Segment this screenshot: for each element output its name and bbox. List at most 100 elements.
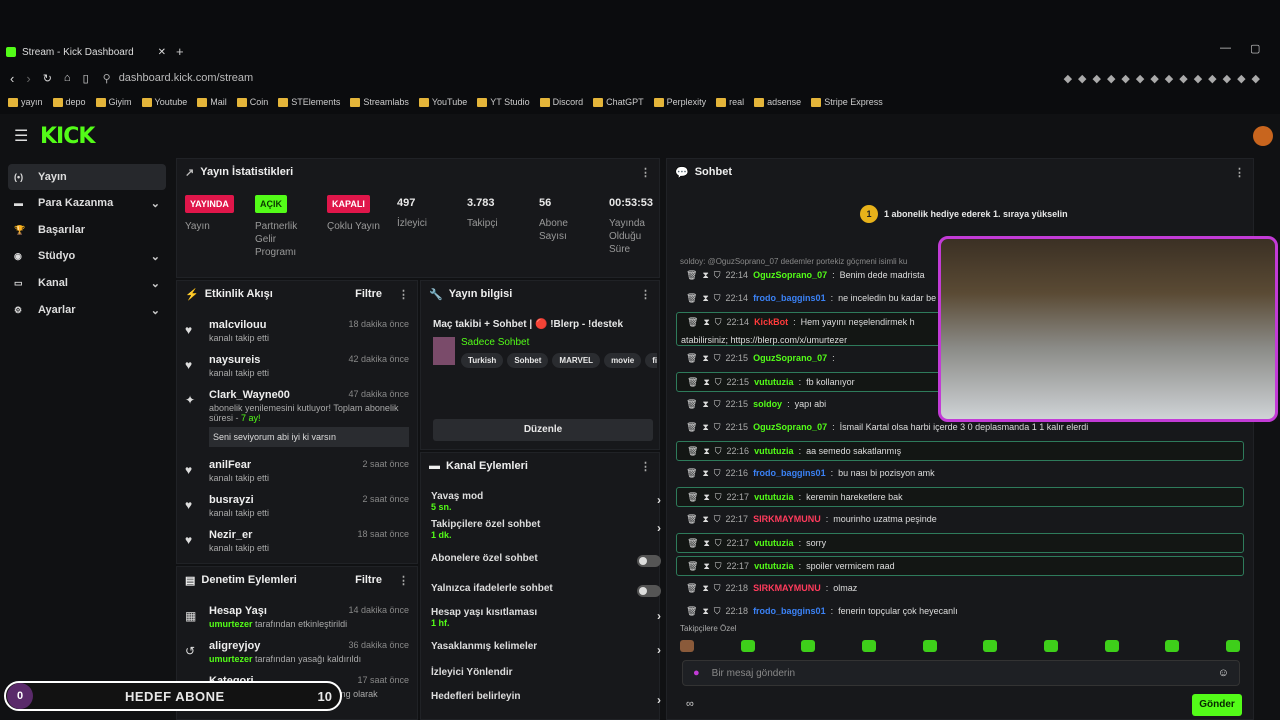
channel-action-item[interactable]: Takipçilere özel sohbet 1 dk. ›: [431, 519, 661, 540]
chat-message[interactable]: 🗑 ⧗ ⛉ 22:17 SIRKMAYMUNU: mourinho uzatma peşi…: [676, 510, 1244, 530]
trash-icon[interactable]: 🗑: [687, 317, 698, 328]
chat-message[interactable]: 🗑 ⧗ ⛉ 22:18 SIRKMAYMUNU: olmaz: [676, 579, 1244, 599]
gift-banner[interactable]: 1 1 abonelik hediye ederek 1. sıraya yük…: [860, 205, 1068, 223]
channel-action-item[interactable]: Yasaklanmış kelimeler ›: [431, 641, 661, 657]
chat-username[interactable]: vututuzia: [754, 492, 794, 502]
emote-icon[interactable]: [861, 640, 876, 652]
emote-icon[interactable]: [680, 640, 694, 652]
trash-icon[interactable]: 🗑: [687, 538, 698, 549]
bookmark-item[interactable]: Coin: [236, 97, 268, 107]
trash-icon[interactable]: 🗑: [686, 583, 697, 594]
chat-username[interactable]: SIRKMAYMUNU: [753, 514, 821, 524]
shield-icon[interactable]: ⛉: [715, 561, 722, 572]
trash-icon[interactable]: 🗑: [686, 514, 697, 525]
chat-username[interactable]: frodo_baggins01: [753, 606, 826, 616]
maximize-icon[interactable]: ▢: [1250, 42, 1260, 55]
shield-icon[interactable]: ⛉: [714, 468, 721, 479]
shield-icon[interactable]: ⛉: [715, 377, 722, 388]
trash-icon[interactable]: 🗑: [686, 293, 697, 304]
chat-message[interactable]: 🗑 ⧗ ⛉ 22:17 vututuzia: sorry: [676, 533, 1244, 553]
emote-icon[interactable]: [1043, 640, 1058, 652]
emote-icon[interactable]: [1104, 640, 1119, 652]
timeout-icon[interactable]: ⧗: [703, 561, 709, 572]
reload-icon[interactable]: ↻: [43, 72, 52, 85]
back-icon[interactable]: ‹: [10, 71, 14, 86]
trash-icon[interactable]: 🗑: [687, 492, 698, 503]
extensions-icon[interactable]: ◆◆◆◆◆◆◆◆◆◆◆◆◆◆: [1064, 72, 1266, 85]
tag-chip[interactable]: fil: [645, 353, 657, 368]
browser-tab[interactable]: Stream - Kick Dashboard ✕: [6, 40, 166, 64]
trash-icon[interactable]: 🗑: [686, 468, 697, 479]
shield-icon[interactable]: ⛉: [715, 538, 722, 549]
chat-username[interactable]: frodo_baggins01: [753, 293, 826, 303]
sidebar-item[interactable]: 🏆 Başarılar: [8, 217, 166, 243]
bookmark-item[interactable]: Stripe Express: [811, 97, 883, 107]
edit-button[interactable]: Düzenle: [433, 419, 653, 441]
emote-icon[interactable]: [1165, 640, 1180, 652]
trash-icon[interactable]: 🗑: [686, 606, 697, 617]
channel-action-item[interactable]: Hesap yaşı kısıtlaması 1 hf. ›: [431, 607, 661, 628]
chat-message[interactable]: 🗑 ⧗ ⛉ 22:16 frodo_baggins01: bu nası bi pozis…: [676, 464, 1244, 484]
more-icon[interactable]: ⋮: [640, 166, 651, 179]
bookmark-icon[interactable]: ▯: [83, 72, 89, 85]
timeout-icon[interactable]: ⧗: [702, 293, 708, 304]
shield-icon[interactable]: ⛉: [715, 492, 722, 503]
shield-icon[interactable]: ⛉: [714, 270, 721, 281]
timeout-icon[interactable]: ⧗: [702, 399, 708, 410]
channel-action-item[interactable]: İzleyici Yönlendir: [431, 667, 661, 678]
sidebar-item[interactable]: ⚙ Ayarlar ⌄: [8, 297, 166, 323]
timeout-icon[interactable]: ⧗: [702, 422, 708, 433]
menu-icon[interactable]: ☰: [14, 126, 28, 146]
channel-action-item[interactable]: Abonelere özel sohbet: [431, 553, 661, 567]
shield-icon[interactable]: ⛉: [714, 353, 721, 364]
bookmark-item[interactable]: Mail: [197, 97, 227, 107]
timeout-icon[interactable]: ⧗: [703, 317, 709, 328]
bookmark-item[interactable]: Youtube: [141, 97, 187, 107]
chat-username[interactable]: vututuzia: [754, 446, 794, 456]
chat-username[interactable]: KickBot: [754, 317, 788, 327]
avatar[interactable]: [1253, 126, 1273, 146]
timeout-icon[interactable]: ⧗: [702, 468, 708, 479]
chat-username[interactable]: SIRKMAYMUNU: [753, 583, 821, 593]
more-icon[interactable]: ⋮: [398, 288, 409, 301]
shield-icon[interactable]: ⛉: [714, 399, 721, 410]
tag-chip[interactable]: Sohbet: [507, 353, 549, 368]
timeout-icon[interactable]: ⧗: [702, 353, 708, 364]
shield-icon[interactable]: ⛉: [714, 514, 721, 525]
toggle-switch[interactable]: [637, 555, 661, 567]
filter-button[interactable]: Filtre: [355, 574, 382, 586]
timeout-icon[interactable]: ⧗: [703, 538, 709, 549]
chat-username[interactable]: OguzSoprano_07: [753, 270, 827, 280]
sidebar-item[interactable]: ▬ Para Kazanma ⌄: [8, 190, 166, 216]
emoji-icon[interactable]: ☺: [1218, 667, 1229, 679]
emote-icon[interactable]: [1225, 640, 1240, 652]
home-icon[interactable]: ⌂: [64, 72, 71, 84]
sidebar-item[interactable]: (•) Yayın: [8, 164, 166, 190]
bookmark-item[interactable]: Streamlabs: [350, 97, 409, 107]
more-icon[interactable]: ⋮: [640, 460, 651, 473]
moderator-name[interactable]: umurtezer: [209, 654, 253, 664]
bookmark-item[interactable]: ChatGPT: [593, 97, 644, 107]
mic-icon[interactable]: ●: [693, 667, 700, 679]
sidebar-item[interactable]: ◉ Stüdyo ⌄: [8, 243, 166, 269]
url-text[interactable]: dashboard.kick.com/stream: [119, 72, 254, 84]
emote-icon[interactable]: [922, 640, 937, 652]
kick-logo[interactable]: KICK: [40, 124, 95, 149]
channel-action-item[interactable]: Yavaş mod 5 sn. ›: [431, 491, 661, 512]
forward-icon[interactable]: ›: [26, 71, 30, 86]
chat-message[interactable]: 🗑 ⧗ ⛉ 22:16 vututuzia: aa semedo sakatlanmış: [676, 441, 1244, 461]
bookmark-item[interactable]: STElements: [278, 97, 340, 107]
send-button[interactable]: Gönder: [1192, 694, 1242, 716]
bookmark-item[interactable]: Giyim: [95, 97, 132, 107]
emote-icon[interactable]: [983, 640, 998, 652]
trash-icon[interactable]: 🗑: [686, 353, 697, 364]
bookmark-item[interactable]: YT Studio: [477, 97, 530, 107]
timeout-icon[interactable]: ⧗: [702, 270, 708, 281]
bookmark-item[interactable]: Discord: [539, 97, 583, 107]
shield-icon[interactable]: ⛉: [714, 293, 721, 304]
category-name[interactable]: Sadece Sohbet: [461, 337, 529, 348]
chat-username[interactable]: OguzSoprano_07: [753, 353, 827, 363]
sidebar-item[interactable]: ▭ Kanal ⌄: [8, 270, 166, 296]
filter-button[interactable]: Filtre: [355, 288, 382, 300]
shield-icon[interactable]: ⛉: [715, 317, 722, 328]
